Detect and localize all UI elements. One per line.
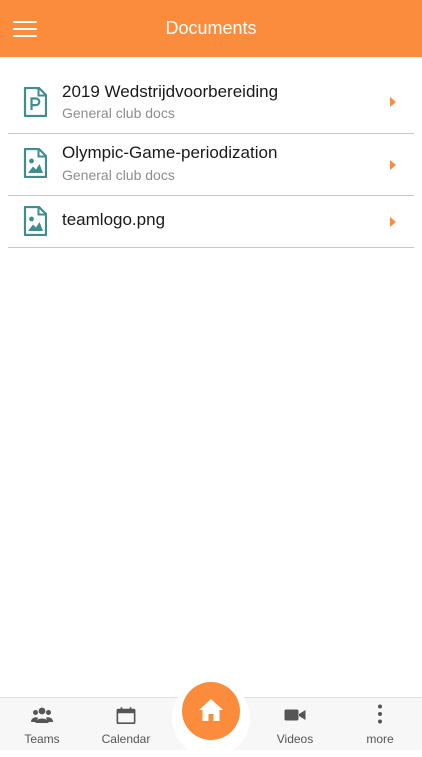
tab-calendar[interactable]: Calendar (84, 698, 168, 751)
tab-label: Videos (276, 732, 314, 746)
document-folder: General club docs (62, 105, 175, 121)
image-file-icon (23, 148, 47, 178)
document-row[interactable]: teamlogo.png (0, 196, 422, 248)
tab-teams[interactable]: Teams (0, 698, 84, 751)
document-title: 2019 Wedstrijdvoorbereiding (62, 82, 279, 101)
document-folder: General club docs (62, 167, 175, 183)
document-list: 2019 Wedstrijdvoorbereiding General club… (0, 57, 422, 248)
app-bar: Documents (0, 0, 422, 57)
document-title: teamlogo.png (62, 210, 166, 229)
document-row[interactable]: 2019 Wedstrijdvoorbereiding General club… (0, 57, 422, 134)
tab-label: Calendar (101, 732, 151, 746)
image-file-icon (23, 206, 47, 236)
teams-icon (31, 707, 53, 723)
more-vertical-icon (378, 704, 382, 724)
home-button[interactable] (182, 682, 240, 740)
tab-label: Teams (24, 732, 60, 746)
chevron-right-icon (390, 97, 396, 107)
pdf-file-icon (23, 87, 47, 117)
calendar-icon (116, 707, 136, 725)
divider (8, 247, 414, 248)
document-row[interactable]: Olympic-Game-periodization General club … (0, 134, 422, 196)
tab-videos[interactable]: Videos (253, 698, 337, 751)
document-title: Olympic-Game-periodization (62, 143, 278, 162)
chevron-right-icon (390, 160, 396, 170)
page-title: Documents (165, 18, 257, 38)
tab-more[interactable]: more (338, 698, 422, 751)
tab-label: more (366, 732, 394, 746)
home-icon (199, 699, 223, 721)
chevron-right-icon (390, 217, 396, 227)
video-camera-icon (284, 709, 306, 721)
